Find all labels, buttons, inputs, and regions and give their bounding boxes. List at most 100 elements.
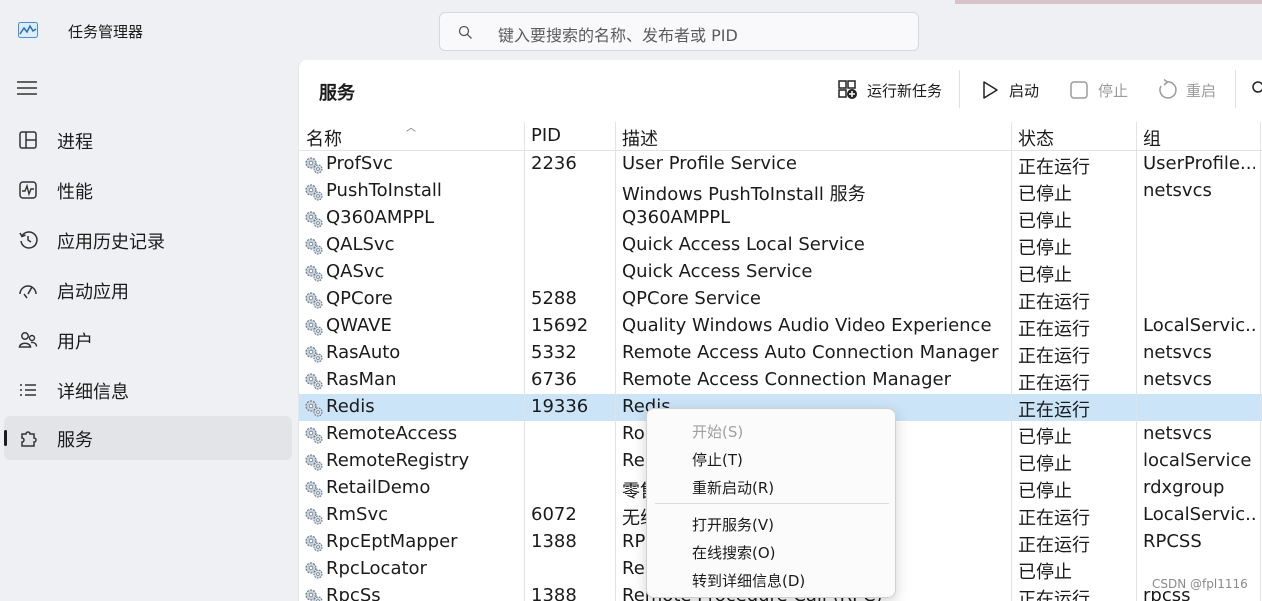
run-new-task-button[interactable]: 运行新任务 — [837, 76, 949, 104]
column-header-status[interactable]: 状态 — [1011, 122, 1136, 150]
table-row[interactable]: ProfSvc 2236 User Profile Service 正在运行 UserP… — [299, 151, 1262, 178]
table-row[interactable]: QWAVE 15692 Quality Windows Audio Video Ex… — [299, 313, 1262, 340]
menu-item-open-services[interactable]: 打开服务(V) — [647, 508, 895, 536]
run-new-task-icon — [838, 80, 857, 99]
service-pid: 1388 — [531, 585, 577, 601]
search-placeholder: 键入要搜索的名称、发布者或 PID — [498, 26, 738, 45]
service-status: 正在运行 — [1018, 292, 1090, 313]
service-pid: 19336 — [531, 396, 589, 417]
service-description: Quick Access Local Service — [622, 234, 865, 255]
service-status: 正在运行 — [1018, 508, 1090, 529]
service-name: RasMan — [326, 369, 397, 390]
table-row[interactable]: RasAuto 5332 Remote Access Auto Connection… — [299, 340, 1262, 367]
service-pid: 6072 — [531, 504, 577, 525]
service-pid: 6736 — [531, 369, 577, 390]
background-strip — [955, 0, 1262, 4]
service-name: Q360AMPPL — [326, 207, 435, 228]
service-gears-icon — [305, 319, 323, 336]
search-input[interactable]: 键入要搜索的名称、发布者或 PID — [439, 12, 919, 51]
service-status: 已停止 — [1018, 454, 1072, 475]
service-description: Remote Access Auto Connection Manager — [622, 342, 999, 363]
column-divider[interactable] — [1011, 122, 1012, 601]
column-divider[interactable] — [1260, 122, 1261, 601]
table-row[interactable]: Q360AMPPL Q360AMPPL 已停止 — [299, 205, 1262, 232]
service-status: 正在运行 — [1018, 346, 1090, 367]
column-divider[interactable] — [615, 122, 616, 601]
menu-divider — [655, 503, 889, 504]
hamburger-menu-icon[interactable] — [17, 80, 37, 96]
column-divider[interactable] — [524, 122, 525, 601]
table-row[interactable]: QASvc Quick Access Service 已停止 — [299, 259, 1262, 286]
search-online-icon[interactable] — [1251, 80, 1262, 96]
column-header-pid[interactable]: PID — [524, 122, 615, 150]
service-pid: 5288 — [531, 288, 577, 309]
column-divider[interactable] — [1136, 122, 1137, 601]
service-description: Quick Access Service — [622, 261, 813, 282]
service-name: RpcSs — [326, 585, 381, 601]
sidebar-item-users[interactable]: 用户 — [4, 318, 292, 362]
page-title: 服务 — [319, 83, 355, 104]
pulse-icon — [19, 181, 37, 199]
active-indicator — [4, 430, 7, 446]
table-row[interactable]: PushToInstall Windows PushToInstall 服务 已停止… — [299, 178, 1262, 205]
service-gears-icon — [305, 373, 323, 390]
stop-button[interactable]: 停止 — [1068, 76, 1138, 104]
column-header-name[interactable]: 名称 ︿ — [299, 122, 524, 150]
table-row[interactable]: RasMan 6736 Remote Access Connection Manag… — [299, 367, 1262, 394]
table-row[interactable]: QPCore 5288 QPCore Service 正在运行 — [299, 286, 1262, 313]
play-icon — [983, 81, 998, 99]
service-name: RetailDemo — [326, 477, 431, 498]
service-status: 正在运行 — [1018, 319, 1090, 340]
service-pid: 1388 — [531, 531, 577, 552]
service-name: RemoteRegistry — [326, 450, 470, 471]
menu-item-start[interactable]: 开始(S) — [647, 415, 895, 443]
sidebar-item-processes[interactable]: 进程 — [4, 118, 292, 162]
service-group: RPCSS — [1143, 531, 1202, 552]
start-button[interactable]: 启动 — [979, 76, 1049, 104]
service-gears-icon — [305, 211, 323, 228]
sidebar-item-performance[interactable]: 性能 — [4, 168, 292, 212]
service-status: 正在运行 — [1018, 535, 1090, 556]
service-name: RmSvc — [326, 504, 389, 525]
service-group: LocalServic... — [1143, 504, 1255, 525]
sidebar-item-label: 进程 — [57, 132, 93, 153]
column-header-description[interactable]: 描述 — [615, 122, 1011, 150]
column-header-group[interactable]: 组 — [1136, 122, 1262, 150]
service-gears-icon — [305, 535, 323, 552]
menu-item-restart[interactable]: 重新启动(R) — [647, 471, 895, 499]
service-status: 正在运行 — [1018, 400, 1090, 421]
service-gears-icon — [305, 292, 323, 309]
title-bar: 任务管理器 键入要搜索的名称、发布者或 PID — [0, 0, 1262, 60]
search-icon — [458, 25, 472, 39]
toolbar-divider — [1235, 70, 1236, 108]
service-gears-icon — [305, 562, 323, 579]
service-status: 已停止 — [1018, 481, 1072, 502]
service-pid: 5332 — [531, 342, 577, 363]
service-group: LocalServic... — [1143, 315, 1255, 336]
service-name: RasAuto — [326, 342, 401, 363]
service-status: 正在运行 — [1018, 157, 1090, 178]
list-icon — [20, 384, 36, 396]
sidebar-item-startup-apps[interactable]: 启动应用 — [4, 268, 292, 312]
sidebar-item-app-history[interactable]: 应用历史记录 — [4, 218, 292, 262]
sidebar: 进程 性能 应用历史记录 启动应用 用户 详细信息 服务 — [0, 60, 298, 601]
service-gears-icon — [305, 454, 323, 471]
table-row[interactable]: QALSvc Quick Access Local Service 已停止 — [299, 232, 1262, 259]
sidebar-item-services[interactable]: 服务 — [4, 416, 292, 460]
restart-label: 重启 — [1186, 82, 1217, 100]
watermark: CSDN @fpl1116 — [1152, 577, 1248, 591]
menu-item-go-to-details[interactable]: 转到详细信息(D) — [647, 564, 895, 592]
service-status: 正在运行 — [1018, 373, 1090, 394]
service-gears-icon — [305, 157, 323, 174]
service-group: netsvcs — [1143, 423, 1212, 444]
menu-item-search-online[interactable]: 在线搜索(O) — [647, 536, 895, 564]
service-group: netsvcs — [1143, 369, 1212, 390]
menu-item-stop[interactable]: 停止(T) — [647, 443, 895, 471]
context-menu: 开始(S) 停止(T) 重新启动(R) 打开服务(V) 在线搜索(O) 转到详细… — [646, 408, 896, 598]
toolbar: 服务 运行新任务 启动 停止 重启 — [299, 60, 1262, 120]
service-group: localService — [1143, 450, 1252, 471]
restart-button[interactable]: 重启 — [1156, 76, 1226, 104]
service-name: Redis — [326, 396, 375, 417]
sidebar-item-details[interactable]: 详细信息 — [4, 368, 292, 412]
sort-ascending-icon: ︿ — [406, 123, 416, 134]
